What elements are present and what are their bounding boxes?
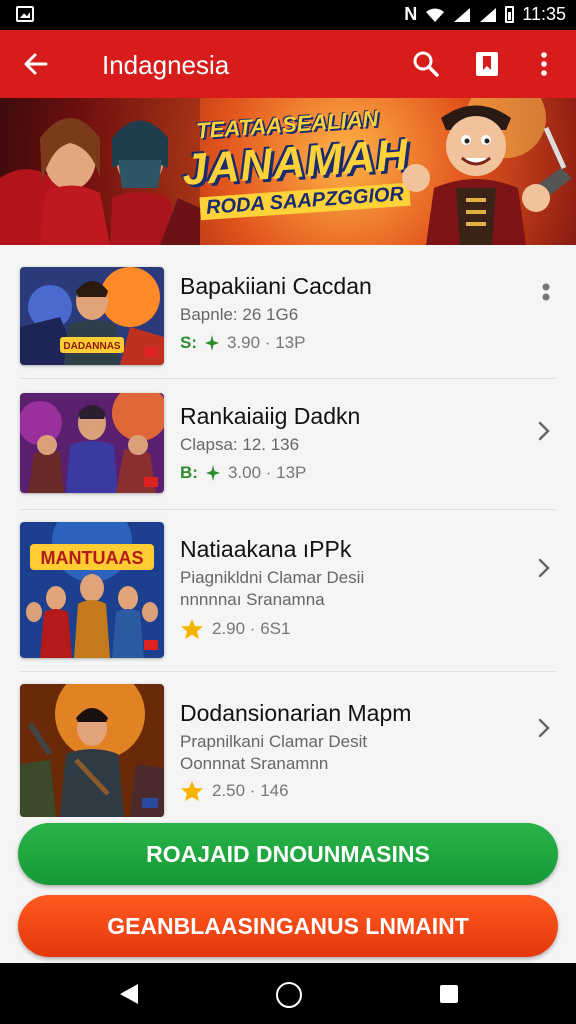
item-rating: 3.00 · 13P xyxy=(227,463,307,482)
game-thumbnail xyxy=(20,393,164,493)
nfc-icon: N xyxy=(404,4,418,24)
chevron-right-icon[interactable] xyxy=(536,718,552,738)
sparkle-icon xyxy=(205,465,220,481)
signal-icon xyxy=(454,7,471,22)
game-list: DADANNAS Bapakiiani Cacdan Bapnle: 26 1G… xyxy=(0,245,576,817)
star-icon xyxy=(181,781,203,801)
list-item[interactable]: MANTUAAS Natiaakana ıPPk Piagnikldni Cla… xyxy=(0,510,576,672)
game-thumbnail: MANTUAAS xyxy=(20,522,164,658)
secondary-action-button[interactable]: GEANBLAASINGANUS LNMAINT xyxy=(18,895,558,957)
item-subtitle-2: Oonnnat Sranamnn xyxy=(180,754,329,773)
item-title: Natiaakana ıPPk xyxy=(180,536,352,562)
item-meta: B: 3.00 · 13P xyxy=(180,463,306,483)
banner-characters-left xyxy=(0,98,200,245)
banner-character-right xyxy=(402,98,572,245)
signal-icon-2 xyxy=(480,7,497,22)
status-icons: N 11:35 xyxy=(404,4,566,25)
item-rating: 3.90 · 13P xyxy=(227,333,306,352)
item-subtitle: Bapnle: 26 1G6 xyxy=(180,305,299,324)
nav-back-icon[interactable] xyxy=(118,983,140,1005)
item-rating: 2.50 · 146 xyxy=(212,781,289,800)
chevron-right-icon[interactable] xyxy=(536,558,552,578)
search-icon[interactable] xyxy=(412,50,440,78)
star-icon xyxy=(181,619,203,639)
sparkle-icon xyxy=(205,335,219,351)
list-item[interactable]: DADANNAS Bapakiiani Cacdan Bapnle: 26 1G… xyxy=(0,245,576,379)
item-badge: S: xyxy=(180,333,197,352)
item-subtitle-2: nnnnnaı Sranamna xyxy=(180,590,325,609)
more-vert-icon[interactable] xyxy=(542,283,550,307)
status-bar: N 11:35 xyxy=(0,0,576,30)
status-time: 11:35 xyxy=(522,4,566,24)
nav-home-icon[interactable] xyxy=(276,982,302,1008)
game-thumbnail: DADANNAS xyxy=(20,267,164,365)
item-subtitle: Clapsa: 12. 136 xyxy=(180,435,300,454)
primary-download-button[interactable]: ROAJAID DNOUNMASINS xyxy=(18,823,558,885)
thumb-text: MANTUAAS xyxy=(41,548,144,568)
item-subtitle: Piagnikldni Clamar Desii xyxy=(180,568,365,587)
list-item[interactable]: Dodansionarian Mapm Prapnilkani Clamar D… xyxy=(0,672,576,817)
back-arrow-icon[interactable] xyxy=(22,50,50,78)
action-buttons: ROAJAID DNOUNMASINS GEANBLAASINGANUS LNM… xyxy=(0,817,576,963)
gallery-icon xyxy=(16,6,34,22)
promo-banner[interactable]: TEATAASEALIAN JANAMAH RODA SAAPZGGIOR xyxy=(0,98,576,245)
item-meta: S: 3.90 · 13P xyxy=(180,333,305,353)
list-item[interactable]: Rankaiaiig Dadkn Clapsa: 12. 136 B: 3.00… xyxy=(0,379,576,510)
system-nav-bar xyxy=(0,963,576,1024)
item-badge: B: xyxy=(180,463,198,482)
item-title: Bapakiiani Cacdan xyxy=(180,273,372,299)
more-vert-icon[interactable] xyxy=(534,50,554,78)
item-rating: 2.90 · 6S1 xyxy=(212,619,291,638)
thumb-text: DADANNAS xyxy=(63,341,121,352)
wifi-icon xyxy=(426,8,445,22)
battery-icon xyxy=(505,6,515,23)
app-bar: Indagnesia xyxy=(0,30,576,98)
item-meta: 2.50 · 146 xyxy=(180,780,289,802)
nav-recents-icon[interactable] xyxy=(440,985,458,1003)
item-title: Dodansionarian Mapm xyxy=(180,700,412,726)
app-title: Indagnesia xyxy=(102,50,230,80)
item-meta: 2.90 · 6S1 xyxy=(180,618,290,640)
game-thumbnail xyxy=(20,684,164,817)
bookmark-icon[interactable] xyxy=(474,50,500,78)
item-subtitle: Prapnilkani Clamar Desit xyxy=(180,732,368,751)
item-title: Rankaiaiig Dadkn xyxy=(180,403,361,429)
chevron-right-icon[interactable] xyxy=(536,421,552,441)
